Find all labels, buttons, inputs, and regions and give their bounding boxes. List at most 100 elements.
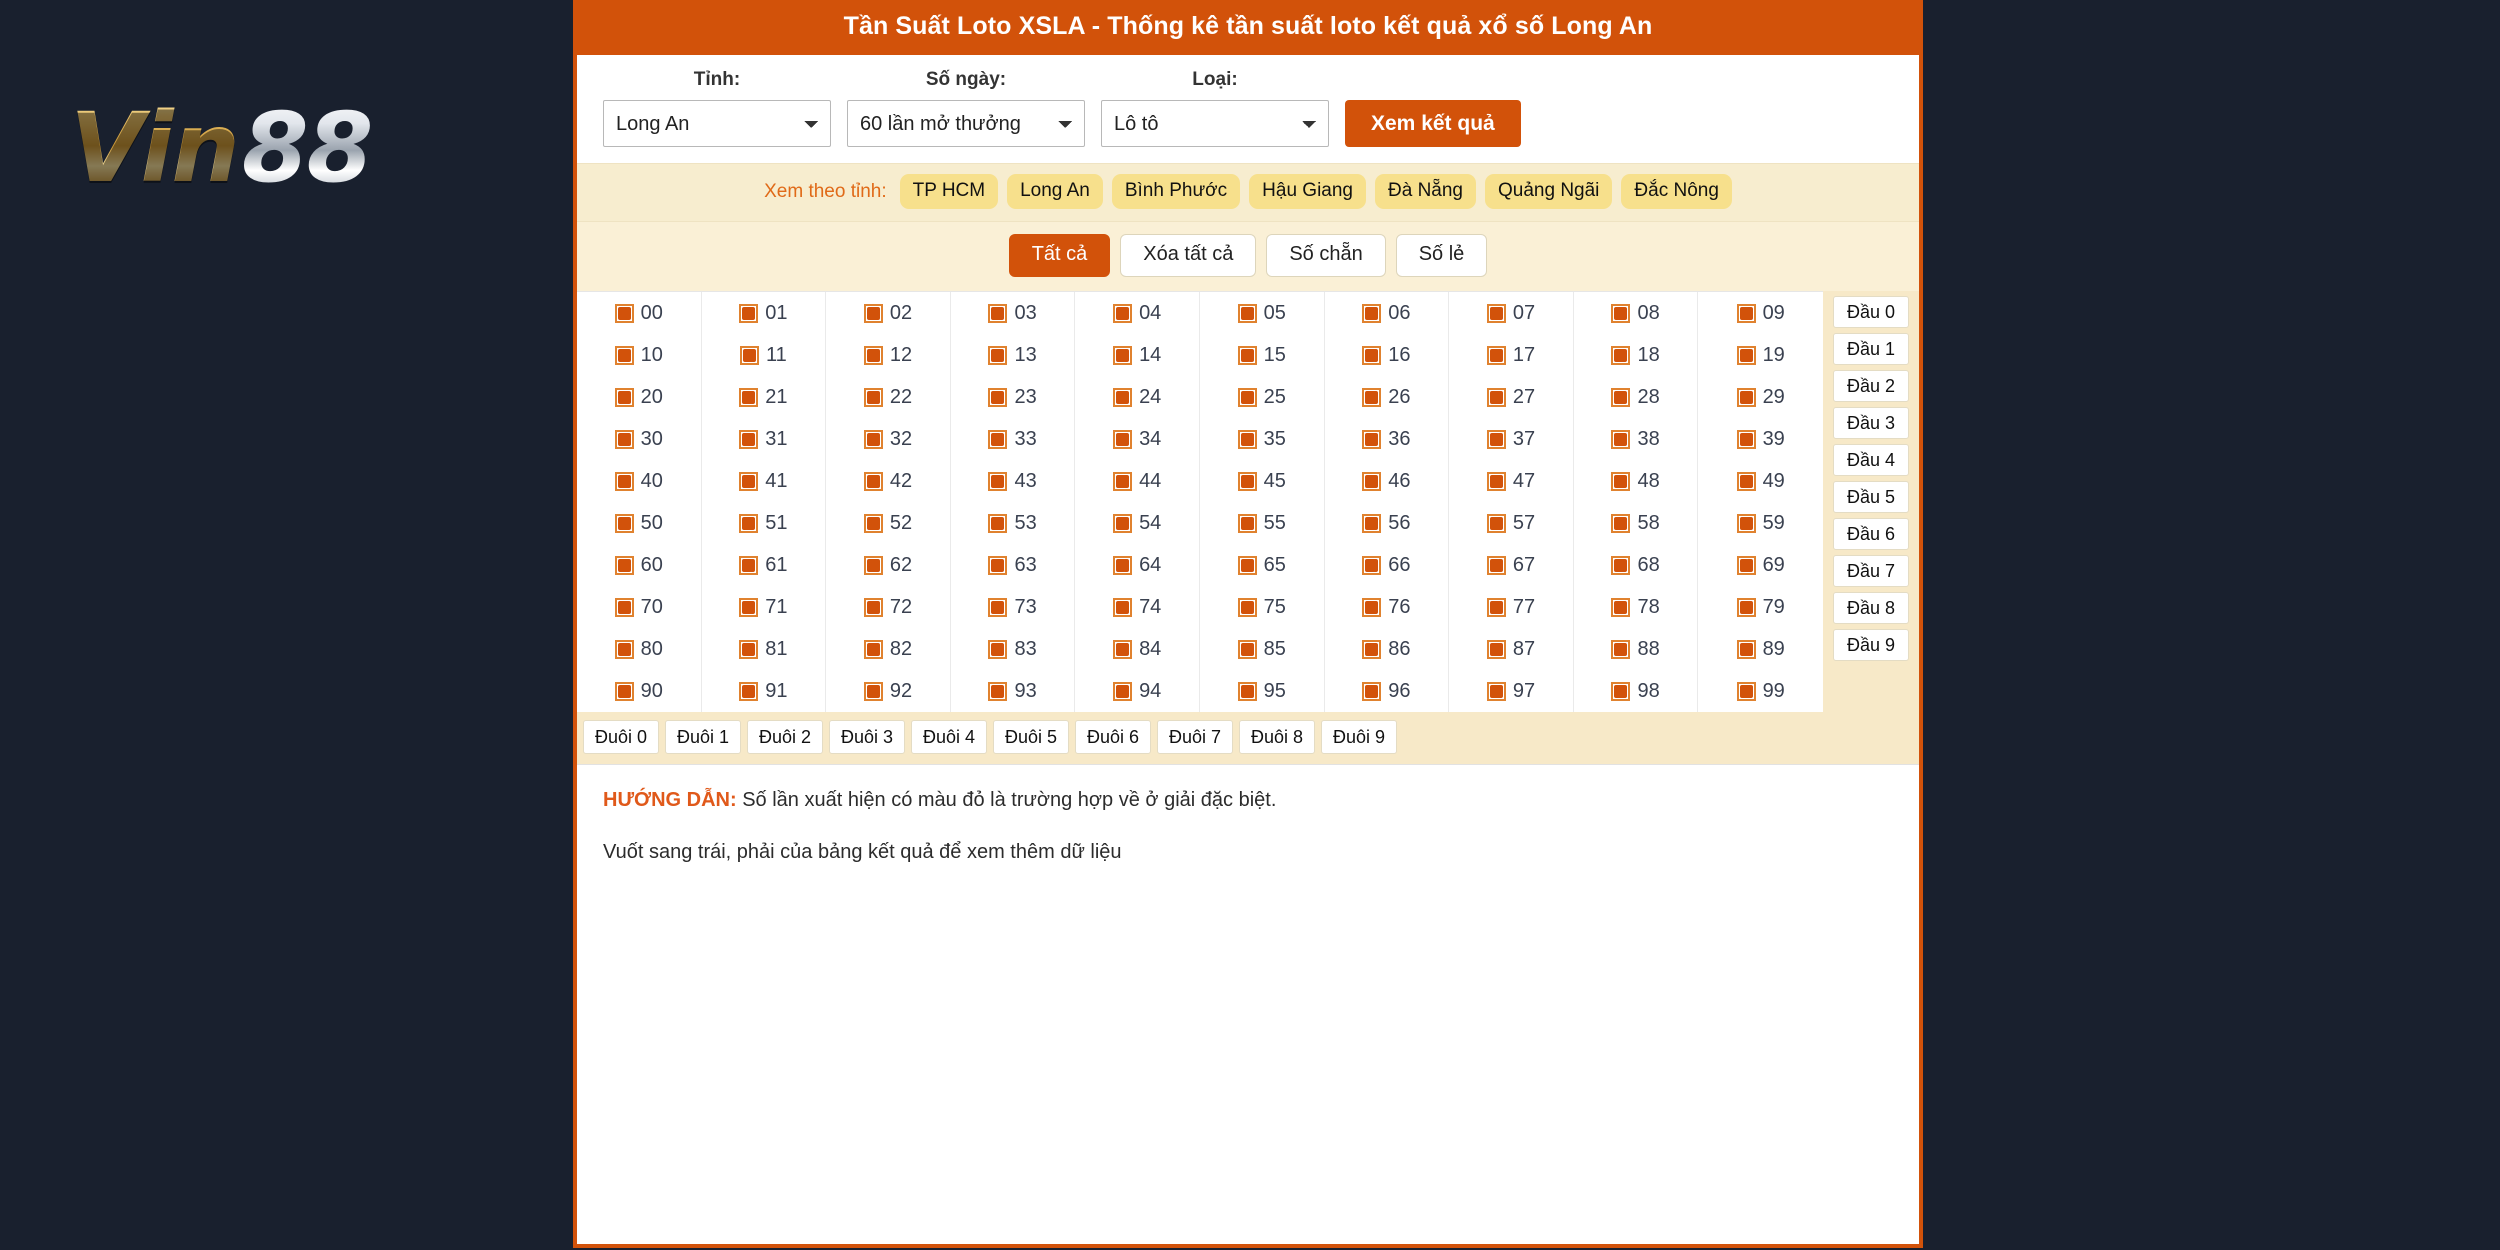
number-cell[interactable]: 87 — [1449, 628, 1574, 670]
tail-button[interactable]: Đuôi 8 — [1239, 720, 1315, 754]
checkbox-checked-icon[interactable] — [614, 303, 634, 323]
province-tag[interactable]: Đà Nẵng — [1375, 174, 1476, 209]
checkbox-checked-icon[interactable] — [863, 639, 883, 659]
checkbox-checked-icon[interactable] — [863, 429, 883, 449]
checkbox-checked-icon[interactable] — [1611, 597, 1631, 617]
number-cell[interactable]: 94 — [1075, 670, 1200, 712]
number-cell[interactable]: 83 — [950, 628, 1076, 670]
checkbox-checked-icon[interactable] — [1237, 597, 1257, 617]
checkbox-checked-icon[interactable] — [988, 429, 1008, 449]
number-cell[interactable]: 76 — [1324, 586, 1450, 628]
checkbox-checked-icon[interactable] — [1237, 639, 1257, 659]
number-cell[interactable]: 46 — [1324, 460, 1450, 502]
number-cell[interactable]: 91 — [701, 670, 827, 712]
number-cell[interactable]: 15 — [1199, 334, 1325, 376]
number-cell[interactable]: 58 — [1573, 502, 1699, 544]
number-cell[interactable]: 89 — [1698, 628, 1823, 670]
checkbox-checked-icon[interactable] — [1113, 681, 1133, 701]
checkbox-checked-icon[interactable] — [614, 387, 634, 407]
number-cell[interactable]: 79 — [1698, 586, 1823, 628]
number-cell[interactable]: 53 — [950, 502, 1076, 544]
tail-button[interactable]: Đuôi 1 — [665, 720, 741, 754]
tail-button[interactable]: Đuôi 3 — [829, 720, 905, 754]
checkbox-checked-icon[interactable] — [1486, 387, 1506, 407]
checkbox-checked-icon[interactable] — [1237, 513, 1257, 533]
checkbox-checked-icon[interactable] — [739, 681, 759, 701]
head-button[interactable]: Đầu 0 — [1833, 296, 1909, 328]
checkbox-checked-icon[interactable] — [1736, 345, 1756, 365]
checkbox-checked-icon[interactable] — [1362, 681, 1382, 701]
number-cell[interactable]: 32 — [826, 418, 951, 460]
checkbox-checked-icon[interactable] — [614, 639, 634, 659]
number-cell[interactable]: 37 — [1449, 418, 1574, 460]
checkbox-checked-icon[interactable] — [739, 429, 759, 449]
number-cell[interactable]: 16 — [1324, 334, 1450, 376]
number-cell[interactable]: 24 — [1075, 376, 1200, 418]
checkbox-checked-icon[interactable] — [988, 639, 1008, 659]
number-cell[interactable]: 36 — [1324, 418, 1450, 460]
checkbox-checked-icon[interactable] — [1237, 387, 1257, 407]
number-cell[interactable]: 30 — [577, 418, 702, 460]
number-cell[interactable]: 90 — [577, 670, 702, 712]
checkbox-checked-icon[interactable] — [1486, 513, 1506, 533]
province-tag[interactable]: Quảng Ngãi — [1485, 174, 1613, 209]
checkbox-checked-icon[interactable] — [1736, 471, 1756, 491]
toggle-button[interactable]: Tất cả — [1008, 234, 1111, 277]
number-cell[interactable]: 61 — [701, 544, 827, 586]
number-cell[interactable]: 09 — [1698, 292, 1823, 334]
checkbox-checked-icon[interactable] — [1237, 555, 1257, 575]
checkbox-checked-icon[interactable] — [988, 303, 1008, 323]
checkbox-checked-icon[interactable] — [1611, 555, 1631, 575]
number-cell[interactable]: 75 — [1199, 586, 1325, 628]
checkbox-checked-icon[interactable] — [614, 345, 634, 365]
number-cell[interactable]: 67 — [1449, 544, 1574, 586]
number-cell[interactable]: 96 — [1324, 670, 1450, 712]
checkbox-checked-icon[interactable] — [863, 597, 883, 617]
number-cell[interactable]: 00 — [577, 292, 702, 334]
checkbox-checked-icon[interactable] — [1113, 303, 1133, 323]
checkbox-checked-icon[interactable] — [863, 513, 883, 533]
checkbox-checked-icon[interactable] — [614, 597, 634, 617]
number-cell[interactable]: 70 — [577, 586, 702, 628]
checkbox-checked-icon[interactable] — [1362, 597, 1382, 617]
checkbox-checked-icon[interactable] — [1237, 681, 1257, 701]
checkbox-checked-icon[interactable] — [1486, 303, 1506, 323]
number-cell[interactable]: 66 — [1324, 544, 1450, 586]
toggle-button[interactable]: Số lẻ — [1395, 234, 1488, 277]
number-cell[interactable]: 28 — [1573, 376, 1699, 418]
checkbox-checked-icon[interactable] — [1362, 303, 1382, 323]
checkbox-checked-icon[interactable] — [1736, 429, 1756, 449]
number-cell[interactable]: 62 — [826, 544, 951, 586]
number-cell[interactable]: 77 — [1449, 586, 1574, 628]
checkbox-checked-icon[interactable] — [863, 555, 883, 575]
checkbox-checked-icon[interactable] — [1113, 639, 1133, 659]
checkbox-checked-icon[interactable] — [988, 597, 1008, 617]
tail-button[interactable]: Đuôi 6 — [1075, 720, 1151, 754]
number-cell[interactable]: 43 — [950, 460, 1076, 502]
checkbox-checked-icon[interactable] — [1486, 345, 1506, 365]
number-cell[interactable]: 45 — [1199, 460, 1325, 502]
checkbox-checked-icon[interactable] — [1113, 597, 1133, 617]
number-cell[interactable]: 74 — [1075, 586, 1200, 628]
checkbox-checked-icon[interactable] — [1736, 681, 1756, 701]
number-cell[interactable]: 31 — [701, 418, 827, 460]
checkbox-checked-icon[interactable] — [1113, 429, 1133, 449]
number-cell[interactable]: 92 — [826, 670, 951, 712]
checkbox-checked-icon[interactable] — [1611, 429, 1631, 449]
number-cell[interactable]: 95 — [1199, 670, 1325, 712]
number-cell[interactable]: 98 — [1573, 670, 1699, 712]
checkbox-checked-icon[interactable] — [1611, 345, 1631, 365]
checkbox-checked-icon[interactable] — [1486, 429, 1506, 449]
checkbox-checked-icon[interactable] — [1736, 303, 1756, 323]
checkbox-checked-icon[interactable] — [1486, 639, 1506, 659]
number-cell[interactable]: 97 — [1449, 670, 1574, 712]
tail-button[interactable]: Đuôi 7 — [1157, 720, 1233, 754]
province-tag[interactable]: TP HCM — [899, 174, 999, 209]
number-cell[interactable]: 04 — [1075, 292, 1200, 334]
checkbox-checked-icon[interactable] — [1736, 597, 1756, 617]
number-cell[interactable]: 84 — [1075, 628, 1200, 670]
checkbox-checked-icon[interactable] — [614, 513, 634, 533]
checkbox-checked-icon[interactable] — [1237, 429, 1257, 449]
checkbox-checked-icon[interactable] — [739, 471, 759, 491]
checkbox-checked-icon[interactable] — [988, 387, 1008, 407]
